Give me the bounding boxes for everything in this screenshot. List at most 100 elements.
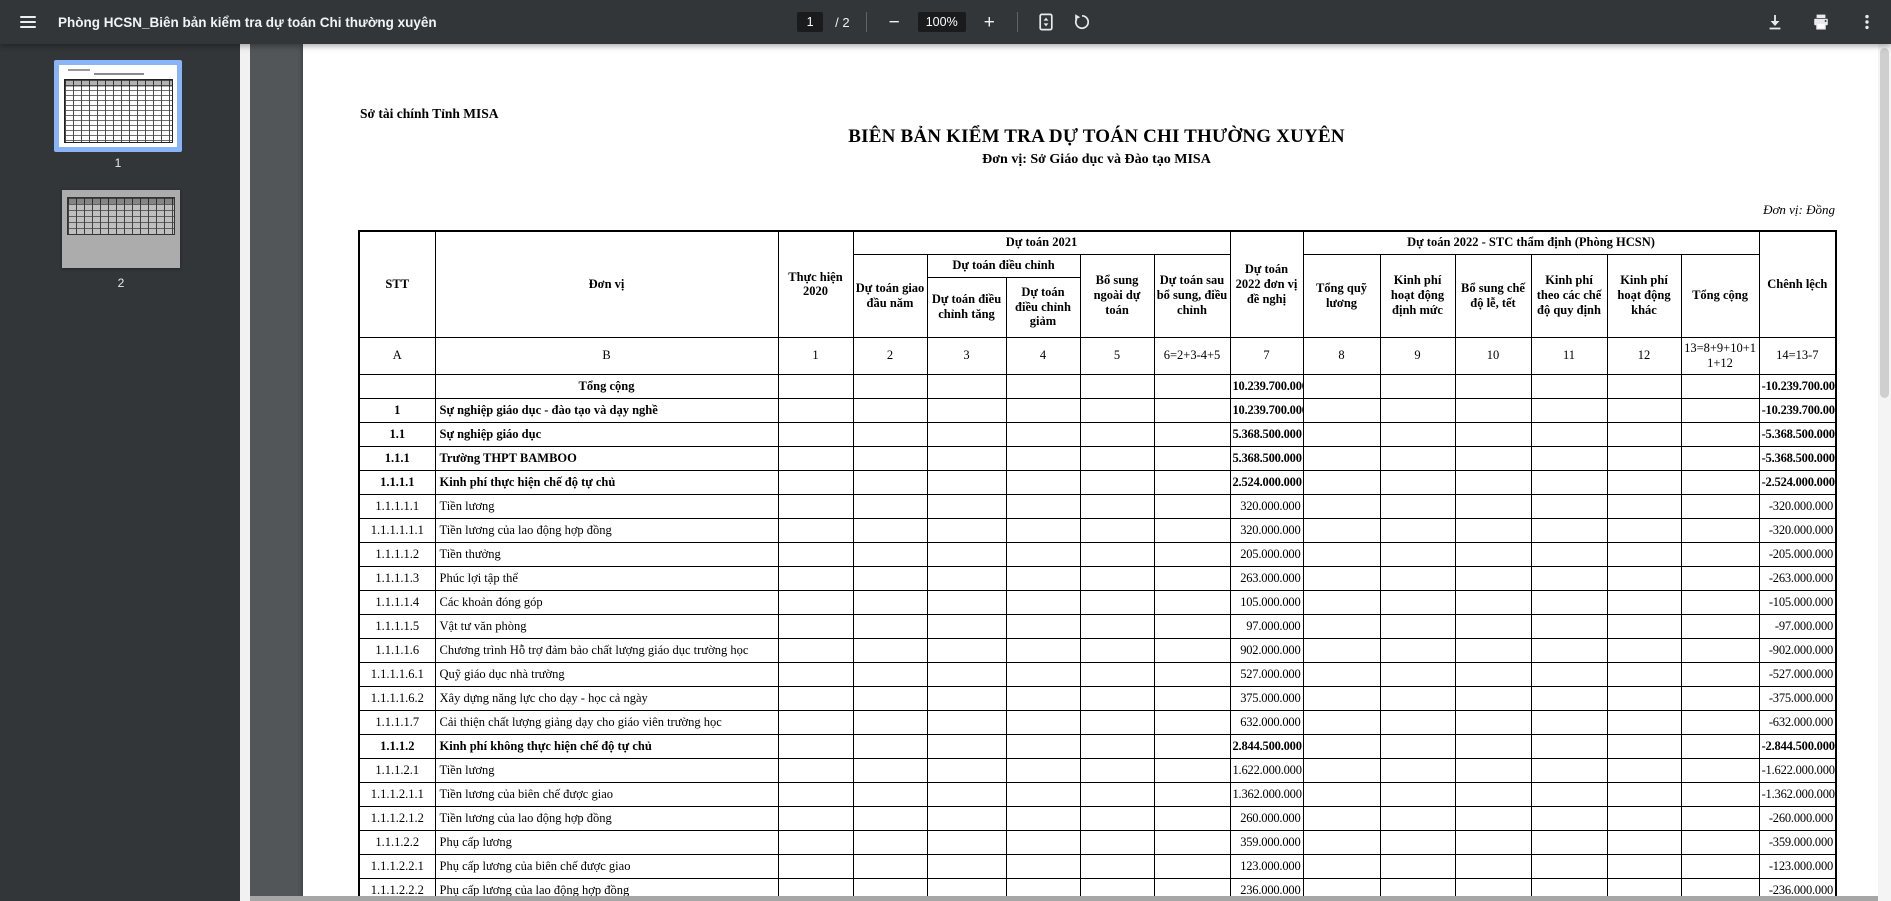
document-main-title: BIÊN BẢN KIỂM TRA DỰ TOÁN CHI THƯỜNG XUY… xyxy=(848,126,1345,147)
print-icon[interactable] xyxy=(1809,10,1833,34)
table-cell: -2.844.500.000 xyxy=(1758,733,1837,759)
column-number: 2 xyxy=(852,336,928,375)
table-cell xyxy=(1680,589,1760,615)
pdf-viewport: Sở tài chính Tỉnh MISA BIÊN BẢN KIỂM TRA… xyxy=(250,44,1891,901)
table-row: 1.1.1.2.1.1 Tiền lương của biên chế được … xyxy=(358,781,1837,807)
table-row: 1.1 Sự nghiệp giáo dục 5.368.500.000 -5.368… xyxy=(358,421,1837,447)
table-cell: 1.1.1.2 xyxy=(358,733,436,759)
table-cell xyxy=(1606,445,1682,471)
thumbnail-page-label-1: 1 xyxy=(114,156,122,170)
table-cell xyxy=(1153,421,1231,447)
table-row: 1.1.1.1.7 Cải thiện chất lượng giảng dạy … xyxy=(358,709,1837,735)
table-cell xyxy=(1680,613,1760,639)
table-cell xyxy=(1680,757,1760,783)
table-cell: 1.1.1.1.7 xyxy=(358,709,436,735)
agency-name: Sở tài chính Tỉnh MISA xyxy=(360,106,499,121)
table-cell xyxy=(926,517,1007,543)
vertical-scrollbar[interactable] xyxy=(1878,44,1891,901)
table-cell xyxy=(852,685,928,711)
table-cell xyxy=(777,709,854,735)
table-cell xyxy=(1153,733,1231,759)
table-cell xyxy=(1005,709,1081,735)
column-number: 12 xyxy=(1606,336,1682,375)
table-row: 1.1.1 Trường THPT BAMBOO 5.368.500.000 -5.3… xyxy=(358,445,1837,471)
zoom-level-display[interactable]: 100% xyxy=(917,12,966,32)
table-cell xyxy=(1005,565,1081,591)
table-cell xyxy=(1379,853,1456,879)
zoom-in-button[interactable]: + xyxy=(978,11,1001,34)
table-cell xyxy=(1606,757,1682,783)
table-cell xyxy=(1005,421,1081,447)
sidebar-scrollbar[interactable] xyxy=(240,44,250,901)
table-cell xyxy=(926,565,1007,591)
table-cell xyxy=(1454,637,1532,663)
table-cell xyxy=(926,685,1007,711)
table-cell xyxy=(852,445,928,471)
page-count-label: / 2 xyxy=(835,14,850,30)
header-don-vi: Đơn vị xyxy=(434,230,779,338)
header-bo-sung-ngoai: Bổ sung ngoài dự toán xyxy=(1079,253,1155,338)
table-cell xyxy=(1680,637,1760,663)
table-cell xyxy=(852,373,928,399)
table-cell xyxy=(1680,373,1760,399)
table-cell: -263.000.000 xyxy=(1758,565,1837,591)
table-cell xyxy=(1680,541,1760,567)
page-thumbnail-1[interactable] xyxy=(54,60,182,152)
table-cell xyxy=(1005,853,1081,879)
table-cell xyxy=(1079,421,1155,447)
column-number: 6=2+3-4+5 xyxy=(1153,336,1231,375)
fit-page-icon[interactable] xyxy=(1034,10,1058,34)
table-cell xyxy=(1680,733,1760,759)
page-number-input[interactable]: 1 xyxy=(797,12,824,32)
table-cell xyxy=(1302,493,1381,519)
header-group-tham-dinh-2022: Dự toán 2022 - STC thẩm định (Phòng HCSN… xyxy=(1302,230,1760,255)
table-cell xyxy=(1606,421,1682,447)
header-bo-sung-le-tet: Bổ sung chế độ lễ, tết xyxy=(1454,253,1532,338)
menu-icon[interactable] xyxy=(16,12,40,32)
table-cell xyxy=(1606,589,1682,615)
vertical-scrollbar-thumb[interactable] xyxy=(1880,48,1889,398)
table-cell: Tiền lương của lao động hợp đồng xyxy=(434,517,779,543)
table-cell xyxy=(1079,397,1155,423)
more-options-icon[interactable] xyxy=(1855,10,1879,34)
table-cell xyxy=(1302,589,1381,615)
table-cell xyxy=(1079,685,1155,711)
table-cell xyxy=(852,661,928,687)
table-cell xyxy=(1530,661,1608,687)
table-row: 1.1.1.1.4 Các khoản đóng góp 105.000.000 -1… xyxy=(358,589,1837,615)
table-cell xyxy=(926,829,1007,855)
table-cell: Phúc lợi tập thể xyxy=(434,565,779,591)
table-cell: 1.362.000.000 xyxy=(1229,781,1304,807)
table-cell xyxy=(1379,421,1456,447)
table-cell xyxy=(1454,445,1532,471)
header-dieu-chinh-giam: Dự toán điều chỉnh giảm xyxy=(1005,276,1081,338)
table-cell xyxy=(1005,661,1081,687)
rotate-icon[interactable] xyxy=(1070,10,1094,34)
table-cell xyxy=(1302,685,1381,711)
table-cell xyxy=(1302,805,1381,831)
table-header: STT Đơn vị Thực hiện 2020 Dự toán 2021 D… xyxy=(358,230,1837,375)
table-cell xyxy=(1079,637,1155,663)
table-cell xyxy=(926,781,1007,807)
column-number: 10 xyxy=(1454,336,1532,375)
table-cell xyxy=(1005,805,1081,831)
toolbar-divider xyxy=(865,12,867,32)
page-thumbnail-2[interactable] xyxy=(62,190,180,268)
table-cell: 97.000.000 xyxy=(1229,613,1304,639)
table-cell: -10.239.700.000 xyxy=(1758,373,1837,399)
table-cell xyxy=(852,733,928,759)
table-cell: -902.000.000 xyxy=(1758,637,1837,663)
header-kp-dinh-muc: Kinh phí hoạt động định mức xyxy=(1379,253,1456,338)
table-cell xyxy=(1153,445,1231,471)
horizontal-scrollbar[interactable] xyxy=(250,896,1878,901)
table-cell: 1.1.1.2.2.1 xyxy=(358,853,436,879)
table-cell: 263.000.000 xyxy=(1229,565,1304,591)
table-cell xyxy=(926,493,1007,519)
table-cell xyxy=(1454,733,1532,759)
zoom-out-button[interactable]: − xyxy=(883,11,906,34)
table-row: 1.1.1.1.1 Tiền lương 320.000.000 -320.000.0… xyxy=(358,493,1837,519)
table-cell xyxy=(926,397,1007,423)
table-cell xyxy=(1530,445,1608,471)
download-icon[interactable] xyxy=(1763,10,1787,34)
table-cell xyxy=(1530,637,1608,663)
